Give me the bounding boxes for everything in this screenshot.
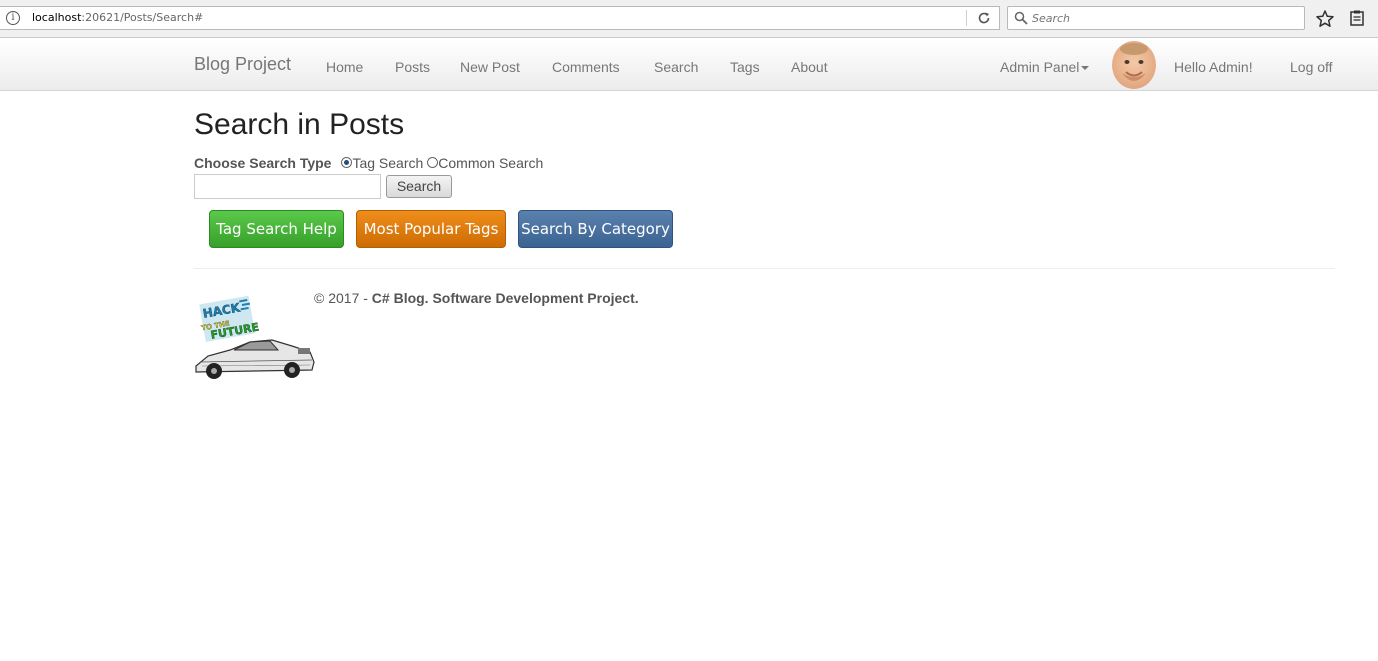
url-text[interactable]: localhost:20621/Posts/Search# xyxy=(32,11,203,24)
browser-search-input[interactable] xyxy=(1032,10,1292,26)
nav-home[interactable]: Home xyxy=(326,59,363,75)
bookmark-star-icon[interactable] xyxy=(1315,9,1335,29)
tag-search-label[interactable]: Tag Search xyxy=(352,155,423,171)
info-icon[interactable]: i xyxy=(6,11,20,25)
admin-panel-dropdown[interactable]: Admin Panel xyxy=(1000,59,1090,75)
reload-icon[interactable] xyxy=(976,10,992,26)
browser-toolbar: i localhost:20621/Posts/Search# xyxy=(0,0,1378,38)
search-type-label: Choose Search Type xyxy=(194,155,332,171)
nav-posts[interactable]: Posts xyxy=(395,59,430,75)
greeting-link[interactable]: Hello Admin! xyxy=(1174,59,1253,75)
address-bar[interactable]: i localhost:20621/Posts/Search# xyxy=(0,6,1000,30)
caret-down-icon xyxy=(1081,66,1090,71)
nav-tags[interactable]: Tags xyxy=(730,59,760,75)
footer-copyright: © 2017 - C# Blog. Software Development P… xyxy=(314,290,639,306)
hack-to-the-future-logo: HACK TO THE FUTURE xyxy=(195,296,315,379)
tag-search-radio[interactable] xyxy=(341,157,353,168)
page-title: Search in Posts xyxy=(194,108,405,141)
browser-search-box[interactable] xyxy=(1007,6,1305,30)
copyright-prefix: © 2017 - xyxy=(314,290,372,306)
admin-panel-label: Admin Panel xyxy=(1000,59,1080,75)
search-icon xyxy=(1014,11,1028,25)
search-by-category-button[interactable]: Search By Category xyxy=(518,210,673,248)
avatar[interactable] xyxy=(1112,41,1156,89)
nav-search[interactable]: Search xyxy=(654,59,698,75)
common-search-label[interactable]: Common Search xyxy=(438,155,543,171)
nav-comments[interactable]: Comments xyxy=(552,59,620,75)
address-bar-divider xyxy=(966,10,967,26)
common-search-radio[interactable] xyxy=(427,157,439,168)
logoff-link[interactable]: Log off xyxy=(1290,59,1333,75)
brand-link[interactable]: Blog Project xyxy=(194,54,291,75)
footer-divider xyxy=(194,268,1335,269)
search-button[interactable]: Search xyxy=(386,175,452,198)
site-navbar: Blog Project Home Posts New Post Comment… xyxy=(0,39,1378,91)
project-name: C# Blog. Software Development Project. xyxy=(371,290,639,306)
most-popular-tags-button[interactable]: Most Popular Tags xyxy=(356,210,506,248)
avatar-face-icon xyxy=(1120,43,1148,81)
tag-search-help-button[interactable]: Tag Search Help xyxy=(209,210,344,248)
clipboard-icon[interactable] xyxy=(1348,9,1366,27)
nav-about[interactable]: About xyxy=(791,59,828,75)
nav-new-post[interactable]: New Post xyxy=(460,59,520,75)
search-input[interactable] xyxy=(194,174,381,199)
search-type-row: Choose Search Type Tag Search Common Searc… xyxy=(194,155,543,171)
